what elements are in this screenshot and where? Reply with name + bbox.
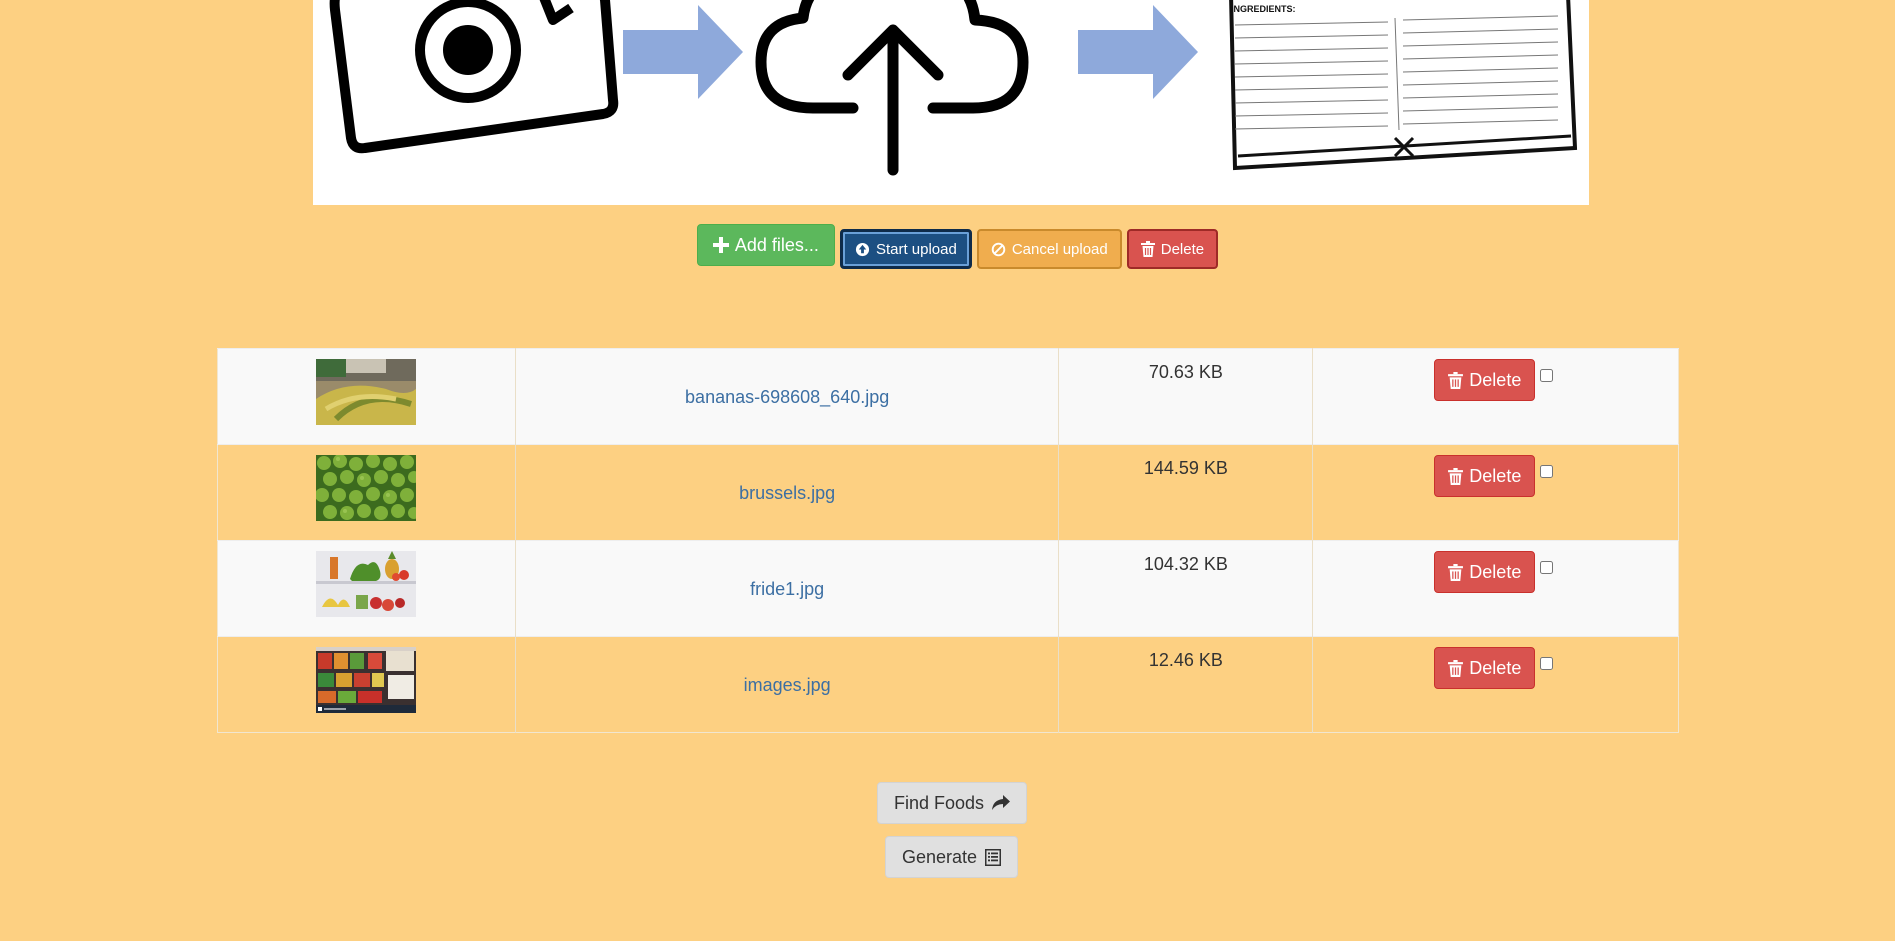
add-files-button[interactable]: Add files... bbox=[696, 224, 835, 266]
find-foods-label: Find Foods bbox=[894, 792, 985, 813]
trash-icon bbox=[1448, 467, 1464, 485]
upload-circle-icon bbox=[855, 242, 869, 256]
file-name-cell: brussels.jpg bbox=[514, 444, 1059, 541]
add-files-label: Add files... bbox=[734, 234, 819, 255]
start-upload-button[interactable]: Start upload bbox=[839, 229, 972, 269]
thumbnail-cell bbox=[218, 349, 516, 445]
ban-icon bbox=[991, 242, 1006, 256]
files-table: bananas-698608_640.jpg 70.63 KB Delete b… bbox=[217, 348, 1679, 733]
file-row: images.jpg 12.46 KB Delete bbox=[217, 636, 1679, 733]
generate-button[interactable]: Generate bbox=[885, 836, 1019, 878]
file-name-link[interactable]: bananas-698608_640.jpg bbox=[516, 387, 1059, 408]
bananas-thumbnail[interactable] bbox=[316, 359, 417, 425]
thumbnail-cell bbox=[218, 445, 516, 541]
recipe-card-icon: INGREDIENTS: bbox=[1229, 0, 1578, 171]
trash-icon bbox=[1448, 371, 1464, 389]
file-size: 12.46 KB bbox=[1148, 650, 1223, 670]
file-actions-cell: Delete bbox=[1312, 444, 1679, 541]
thumbnail-cell bbox=[218, 541, 516, 637]
delete-selected-button[interactable]: Delete bbox=[1126, 229, 1219, 269]
file-actions-cell: Delete bbox=[1312, 348, 1679, 445]
row-delete-button[interactable]: Delete bbox=[1434, 647, 1536, 689]
file-size-cell: 104.32 KB bbox=[1058, 540, 1313, 637]
trash-icon bbox=[1140, 241, 1155, 257]
generate-label: Generate bbox=[902, 846, 978, 867]
cancel-upload-button[interactable]: Cancel upload bbox=[976, 229, 1122, 269]
share-arrow-icon bbox=[992, 795, 1011, 810]
trash-icon bbox=[1448, 659, 1464, 677]
start-upload-label: Start upload bbox=[875, 240, 957, 258]
delete-selected-label: Delete bbox=[1160, 240, 1205, 258]
file-name-cell: bananas-698608_640.jpg bbox=[514, 348, 1059, 445]
right-arrow-icon bbox=[623, 5, 743, 99]
file-name-link[interactable]: brussels.jpg bbox=[516, 483, 1059, 504]
file-row: fride1.jpg 104.32 KB Delete bbox=[217, 540, 1679, 637]
file-size: 104.32 KB bbox=[1143, 554, 1228, 574]
trash-icon bbox=[1448, 563, 1464, 581]
file-size: 70.63 KB bbox=[1148, 362, 1223, 382]
row-select-checkbox[interactable] bbox=[1540, 561, 1554, 574]
file-size-cell: 144.59 KB bbox=[1058, 444, 1313, 541]
camera-icon bbox=[329, 0, 619, 154]
file-name-link[interactable]: fride1.jpg bbox=[516, 579, 1059, 600]
cancel-upload-label: Cancel upload bbox=[1011, 240, 1108, 258]
fridge-shelves-thumbnail[interactable] bbox=[316, 647, 417, 713]
file-actions-cell: Delete bbox=[1312, 636, 1679, 733]
row-select-checkbox[interactable] bbox=[1540, 465, 1554, 478]
file-size-cell: 70.63 KB bbox=[1058, 348, 1313, 445]
upload-banner: INGREDIENTS: bbox=[313, 0, 1589, 205]
row-select-checkbox[interactable] bbox=[1540, 657, 1554, 670]
file-row: bananas-698608_640.jpg 70.63 KB Delete bbox=[217, 348, 1679, 445]
row-delete-label: Delete bbox=[1469, 369, 1522, 390]
thumbnail-cell bbox=[218, 637, 516, 733]
ingredients-label: INGREDIENTS: bbox=[1231, 4, 1296, 14]
file-size-cell: 12.46 KB bbox=[1058, 636, 1313, 733]
file-actions-cell: Delete bbox=[1312, 540, 1679, 637]
file-name-cell: images.jpg bbox=[514, 636, 1059, 733]
cloud-upload-icon bbox=[755, 0, 1029, 176]
row-delete-button[interactable]: Delete bbox=[1434, 359, 1536, 401]
upload-toolbar: Add files... Start upload Cancel upload … bbox=[0, 224, 1895, 269]
plus-icon bbox=[712, 237, 729, 253]
row-delete-label: Delete bbox=[1469, 561, 1522, 582]
row-select-checkbox[interactable] bbox=[1540, 369, 1554, 382]
brussels-sprouts-thumbnail[interactable] bbox=[316, 455, 417, 521]
row-delete-button[interactable]: Delete bbox=[1434, 455, 1536, 497]
find-foods-button[interactable]: Find Foods bbox=[877, 782, 1028, 824]
file-row: brussels.jpg 144.59 KB Delete bbox=[217, 444, 1679, 541]
right-arrow-icon bbox=[1078, 5, 1198, 99]
row-delete-label: Delete bbox=[1469, 465, 1522, 486]
file-size: 144.59 KB bbox=[1143, 458, 1228, 478]
list-alt-icon bbox=[985, 848, 1002, 866]
row-delete-button[interactable]: Delete bbox=[1434, 551, 1536, 593]
row-delete-label: Delete bbox=[1469, 657, 1522, 678]
file-name-link[interactable]: images.jpg bbox=[516, 675, 1059, 696]
file-name-cell: fride1.jpg bbox=[514, 540, 1059, 637]
fridge-thumbnail[interactable] bbox=[316, 551, 417, 617]
